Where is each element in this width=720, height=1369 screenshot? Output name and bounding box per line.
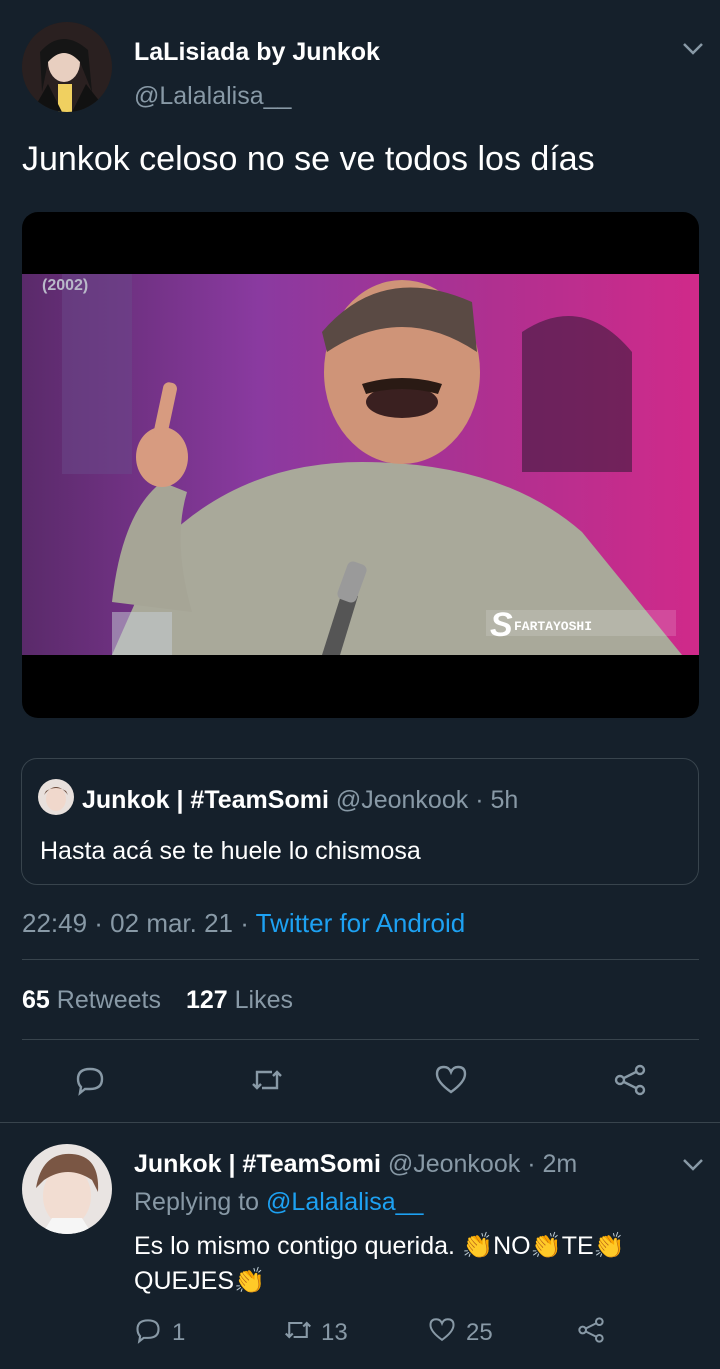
- svg-text:S: S: [490, 606, 513, 644]
- media-year-label: (2002): [42, 277, 88, 294]
- tweet-timestamp: 22:49 · 02 mar. 21 ·: [22, 908, 249, 938]
- retweets-stat[interactable]: 65 Retweets: [22, 986, 168, 1014]
- tweet-stats: 65 Retweets 127 Likes: [22, 986, 293, 1015]
- retweets-label: Retweets: [56, 986, 161, 1014]
- quoted-tweet[interactable]: Junkok | #TeamSomi @Jeonkook · 5h Hasta …: [21, 758, 699, 885]
- video-frame: S FARTAYOSHI (2002): [22, 274, 699, 655]
- reply-icon: [134, 1316, 162, 1349]
- divider: [0, 1122, 720, 1123]
- like-icon[interactable]: [434, 1064, 468, 1096]
- reply-action-reply[interactable]: 1: [134, 1316, 185, 1349]
- reply-author-handle[interactable]: @Jeonkook: [388, 1150, 520, 1178]
- retweet-icon: [283, 1316, 313, 1349]
- reply-action-retweet[interactable]: 13: [283, 1316, 348, 1349]
- like-icon: [428, 1316, 456, 1349]
- reply-text-line2: QUEJES: [134, 1267, 235, 1295]
- replying-label: Replying to: [134, 1188, 260, 1216]
- replying-to-handle[interactable]: @Lalalalisa__: [266, 1188, 423, 1216]
- quoted-author-handle: @Jeonkook: [335, 786, 469, 814]
- divider: [22, 959, 699, 960]
- chevron-down-icon[interactable]: [682, 42, 704, 56]
- clap-emoji: 👏: [461, 1232, 494, 1260]
- reply-icon[interactable]: [74, 1064, 106, 1096]
- likes-label: Likes: [234, 986, 293, 1014]
- reply-text: Es lo mismo contigo querida. 👏NO👏TE👏 QUE…: [134, 1229, 694, 1299]
- tweet-media[interactable]: S FARTAYOSHI (2002): [22, 212, 699, 718]
- media-watermark: FARTAYOSHI: [514, 619, 592, 634]
- reply-author-avatar[interactable]: [22, 1144, 112, 1234]
- quoted-text: Hasta acá se te huele lo chismosa: [40, 837, 421, 865]
- retweet-count: 13: [321, 1318, 348, 1346]
- quoted-time: · 5h: [475, 786, 519, 814]
- quoted-author-avatar: [38, 779, 74, 815]
- author-handle[interactable]: @Lalalalisa__: [134, 82, 291, 111]
- clap-emoji: 👏: [593, 1232, 625, 1260]
- retweets-count: 65: [22, 986, 50, 1014]
- likes-stat[interactable]: 127 Likes: [186, 986, 293, 1014]
- reply-action-like[interactable]: 25: [428, 1316, 493, 1349]
- reply-word-te: TE: [561, 1232, 594, 1260]
- reply-count: 1: [172, 1318, 186, 1346]
- reply-time: · 2m: [527, 1150, 578, 1178]
- tweet-text: Junkok celoso no se ve todos los días: [22, 140, 595, 178]
- share-icon[interactable]: [612, 1064, 648, 1096]
- reply-text-line1: Es lo mismo contigo querida.: [134, 1232, 462, 1260]
- clap-emoji: 👏: [530, 1232, 562, 1260]
- chevron-down-icon[interactable]: [682, 1158, 704, 1172]
- reply-author-name[interactable]: Junkok | #TeamSomi: [134, 1150, 381, 1178]
- like-count: 25: [466, 1318, 493, 1346]
- retweet-icon[interactable]: [250, 1064, 284, 1096]
- author-name[interactable]: LaLisiada by Junkok: [134, 38, 380, 67]
- likes-count: 127: [185, 986, 228, 1014]
- tweet-source[interactable]: Twitter for Android: [256, 908, 466, 938]
- quoted-author-name: Junkok | #TeamSomi: [82, 786, 329, 814]
- divider: [22, 1039, 699, 1040]
- share-icon[interactable]: [576, 1316, 606, 1349]
- clap-emoji: 👏: [234, 1267, 266, 1295]
- reply-word-no: NO: [493, 1232, 531, 1260]
- author-avatar[interactable]: [22, 22, 112, 112]
